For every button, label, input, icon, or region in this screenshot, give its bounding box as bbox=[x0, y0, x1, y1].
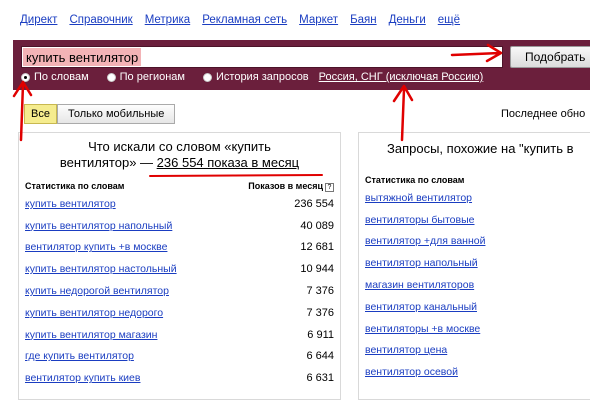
radio-by-regions-label: По регионам bbox=[119, 71, 185, 83]
keyword-link[interactable]: купить недорогой вентилятор bbox=[25, 285, 169, 297]
list-item: вентиляторы бытовые bbox=[365, 209, 590, 231]
table-row: купить вентилятор магазин 6 911 bbox=[25, 324, 334, 346]
impressions-value: 7 376 bbox=[306, 306, 334, 319]
radio-by-regions[interactable]: По регионам bbox=[106, 71, 185, 83]
radio-by-words-label: По словам bbox=[34, 71, 89, 83]
keyword-link[interactable]: купить вентилятор настольный bbox=[25, 263, 177, 275]
list-item: вытяжной вентилятор bbox=[365, 187, 590, 209]
top-nav: Директ Справочник Метрика Рекламная сеть… bbox=[20, 14, 472, 26]
panel-title: Что искали со словом «купить вентилятор»… bbox=[19, 133, 340, 171]
keyword-link[interactable]: магазин вентиляторов bbox=[365, 279, 474, 291]
panel-title-line-2: вентилятор» — 236 554 показа в месяц bbox=[19, 155, 340, 171]
radio-selected-icon[interactable] bbox=[21, 72, 30, 82]
search-input[interactable]: купить вентилятор bbox=[21, 46, 503, 68]
impressions-value: 6 631 bbox=[306, 372, 334, 385]
list-item: магазин вентиляторов bbox=[365, 274, 590, 296]
nav-link-metrica[interactable]: Метрика bbox=[145, 14, 191, 26]
keyword-link[interactable]: вентилятор напольный bbox=[365, 257, 478, 269]
radio-icon[interactable] bbox=[106, 72, 116, 82]
table-row: купить вентилятор настольный 10 944 bbox=[25, 258, 334, 280]
last-updated-text: Последнее обно bbox=[501, 108, 586, 120]
table-row: купить вентилятор недорого 7 376 bbox=[25, 302, 334, 324]
nav-link-more[interactable]: ещё bbox=[438, 14, 460, 26]
word-stats-panel: Что искали со словом «купить вентилятор»… bbox=[18, 132, 341, 400]
keyword-link[interactable]: вентилятор +для ванной bbox=[365, 235, 485, 247]
impressions-value: 6 911 bbox=[307, 328, 334, 341]
region-selector-link[interactable]: Россия, СНГ (исключая Россию) bbox=[319, 71, 484, 83]
impressions-value: 12 681 bbox=[300, 241, 334, 254]
keyword-link[interactable]: вентилятор канальный bbox=[365, 301, 477, 313]
panel-title-prefix: вентилятор» — bbox=[59, 155, 157, 170]
table-row: купить недорогой вентилятор 7 376 bbox=[25, 280, 334, 302]
radio-history[interactable]: История запросов bbox=[203, 71, 309, 83]
submit-button[interactable]: Подобрать bbox=[510, 46, 590, 68]
list-item: вентилятор +для ванной bbox=[365, 231, 590, 253]
column-header-stats: Статистика по словам bbox=[25, 181, 125, 191]
keyword-link[interactable]: купить вентилятор недорого bbox=[25, 307, 163, 319]
similar-queries-panel: Запросы, похожие на "купить в Статистика… bbox=[358, 132, 590, 400]
keyword-link[interactable]: вентиляторы бытовые bbox=[365, 214, 474, 226]
column-headers: Статистика по словам bbox=[359, 173, 590, 187]
search-bar: купить вентилятор Подобрать По словам По… bbox=[13, 40, 590, 90]
radio-by-words[interactable]: По словам bbox=[21, 71, 89, 83]
table-row: купить вентилятор 236 554 bbox=[25, 193, 334, 215]
tab-all[interactable]: Все bbox=[24, 104, 57, 124]
radio-icon[interactable] bbox=[203, 72, 212, 82]
nav-link-money[interactable]: Деньги bbox=[389, 14, 426, 26]
keyword-link[interactable]: вентилятор цена bbox=[365, 344, 447, 356]
column-headers: Статистика по словам Показов в месяц? bbox=[19, 179, 340, 193]
help-icon[interactable]: ? bbox=[325, 182, 334, 192]
tab-mobile-only[interactable]: Только мобильные bbox=[56, 104, 176, 124]
device-tabs: Все Только мобильные bbox=[24, 104, 176, 124]
keyword-link[interactable]: вытяжной вентилятор bbox=[365, 192, 472, 204]
nav-link-market[interactable]: Маркет bbox=[299, 14, 338, 26]
list-item: вентилятор осевой bbox=[365, 361, 590, 383]
keyword-link[interactable]: купить вентилятор bbox=[25, 198, 116, 210]
table-row: где купить вентилятор 6 644 bbox=[25, 346, 334, 368]
impressions-value: 7 376 bbox=[306, 285, 334, 298]
list-item: вентилятор напольный bbox=[365, 252, 590, 274]
nav-link-directory[interactable]: Справочник bbox=[69, 14, 132, 26]
panel-title-line-1: Что искали со словом «купить bbox=[88, 139, 271, 154]
column-header-shows-label: Показов в месяц bbox=[248, 180, 323, 191]
panel-title: Запросы, похожие на "купить в bbox=[387, 141, 574, 156]
table-row: вентилятор купить +в москве 12 681 bbox=[25, 237, 334, 259]
keyword-link[interactable]: где купить вентилятор bbox=[25, 350, 134, 362]
search-mode-options: По словам По регионам История запросов Р… bbox=[21, 71, 483, 83]
keyword-link[interactable]: купить вентилятор магазин bbox=[25, 329, 157, 341]
table-row: купить вентилятор напольный 40 089 bbox=[25, 215, 334, 237]
keyword-link[interactable]: вентилятор купить киев bbox=[25, 372, 140, 384]
nav-link-bayan[interactable]: Баян bbox=[350, 14, 377, 26]
impressions-value: 236 554 bbox=[294, 197, 334, 210]
similar-query-list: вытяжной вентилятор вентиляторы бытовые … bbox=[359, 187, 590, 383]
column-header-stats: Статистика по словам bbox=[365, 175, 465, 185]
list-item: вентилятор цена bbox=[365, 340, 590, 362]
keyword-link[interactable]: вентилятор купить +в москве bbox=[25, 241, 167, 253]
column-header-shows: Показов в месяц? bbox=[248, 181, 334, 192]
keyword-link[interactable]: купить вентилятор напольный bbox=[25, 220, 172, 232]
impressions-value: 10 944 bbox=[300, 263, 334, 276]
nav-link-ad-network[interactable]: Рекламная сеть bbox=[202, 14, 287, 26]
keyword-link[interactable]: вентилятор осевой bbox=[365, 366, 458, 378]
list-item: вентиляторы +в москве bbox=[365, 318, 590, 340]
list-item: вентилятор канальный bbox=[365, 296, 590, 318]
table-row: вентилятор купить киев 6 631 bbox=[25, 367, 334, 389]
search-query-text: купить вентилятор bbox=[23, 48, 142, 66]
keyword-link[interactable]: вентиляторы +в москве bbox=[365, 323, 480, 335]
radio-history-label: История запросов bbox=[216, 71, 309, 83]
impressions-value: 40 089 bbox=[300, 219, 334, 232]
nav-link-direct[interactable]: Директ bbox=[20, 14, 57, 26]
impressions-value: 6 644 bbox=[306, 350, 334, 363]
monthly-impressions-count: 236 554 показа в месяц bbox=[156, 155, 300, 170]
keyword-list: купить вентилятор 236 554 купить вентилят… bbox=[19, 193, 340, 389]
